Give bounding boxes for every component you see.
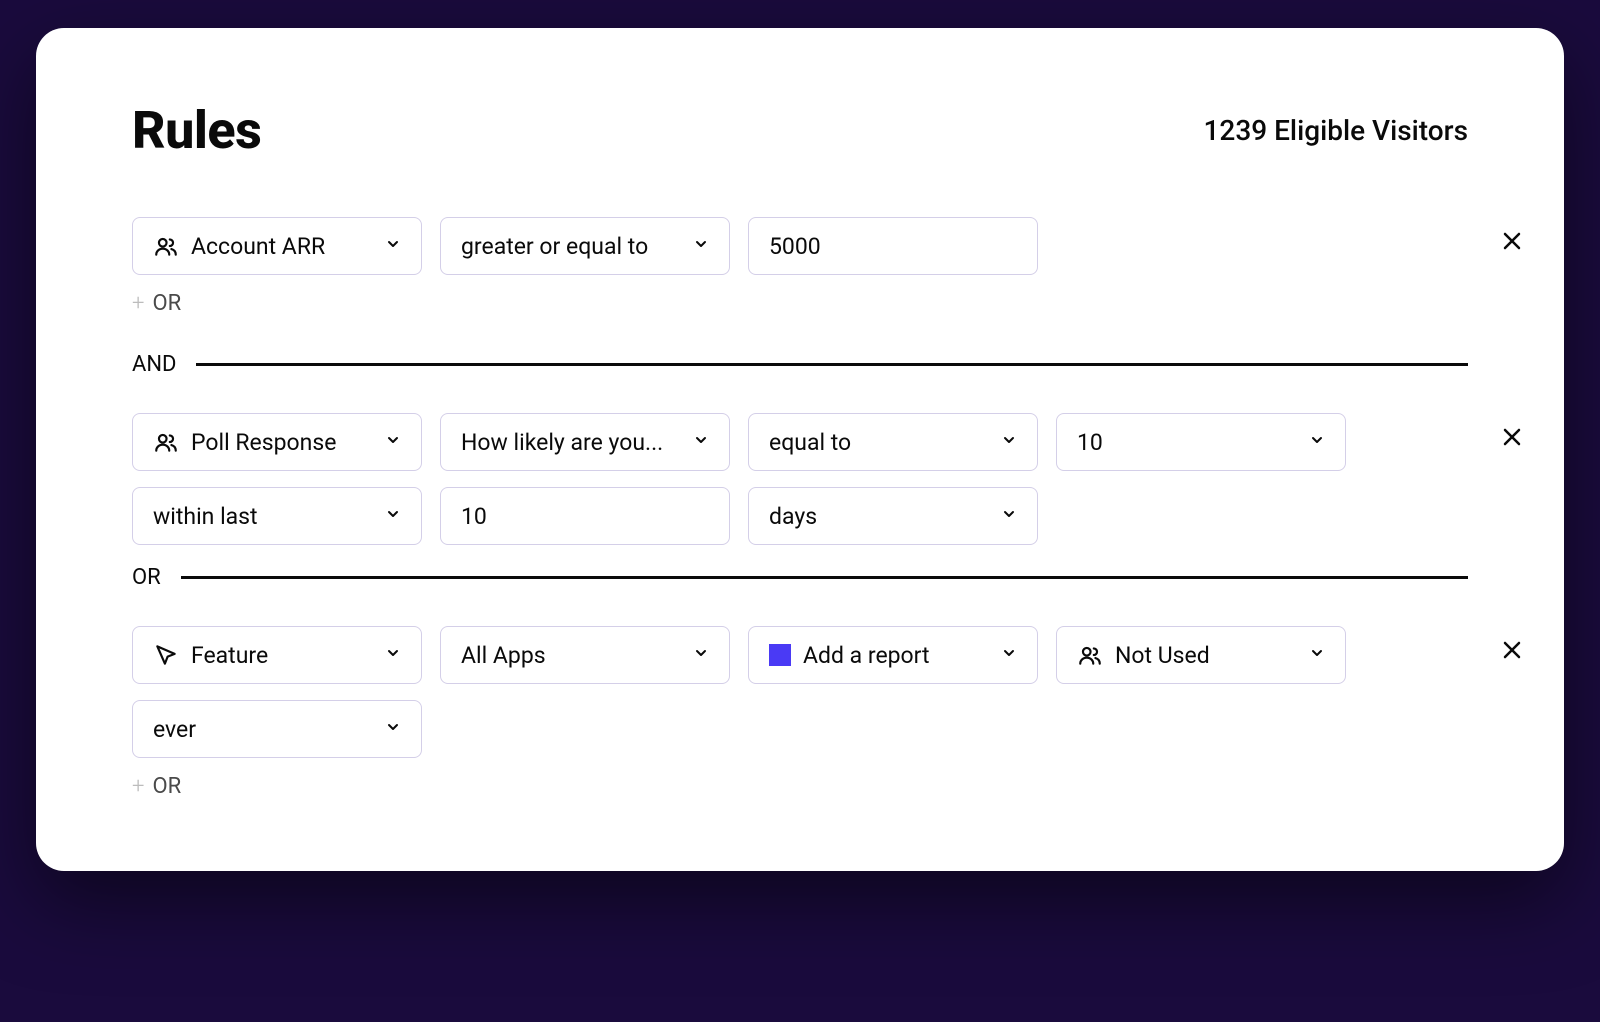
attribute-label: Poll Response (191, 429, 373, 456)
rule-row: Poll Response How likely are you... equa… (132, 413, 1468, 471)
chevron-down-icon (385, 506, 401, 527)
feature-label: Add a report (803, 642, 989, 669)
remove-rule-button[interactable] (1496, 225, 1528, 263)
operator-label: equal to (769, 429, 989, 456)
people-icon (1077, 642, 1103, 668)
value-text: 5000 (769, 233, 1017, 260)
and-label: AND (132, 352, 176, 377)
people-icon (153, 233, 179, 259)
chevron-down-icon (1309, 432, 1325, 453)
rules-body: Account ARR greater or equal to 5000 + (132, 217, 1468, 799)
duration-value: 10 (461, 503, 709, 530)
and-separator: AND (132, 352, 1468, 377)
usage-select[interactable]: Not Used (1056, 626, 1346, 684)
eligible-label: Eligible Visitors (1274, 114, 1468, 147)
feature-select[interactable]: Add a report (748, 626, 1038, 684)
rules-card: Rules 1239 Eligible Visitors Account ARR (36, 28, 1564, 871)
timeframe-select[interactable]: ever (132, 700, 422, 758)
add-or-label: OR (152, 291, 181, 316)
app-select[interactable]: All Apps (440, 626, 730, 684)
chevron-down-icon (1001, 645, 1017, 666)
chevron-down-icon (693, 645, 709, 666)
close-icon (1500, 636, 1524, 669)
attribute-select[interactable]: Account ARR (132, 217, 422, 275)
rule-row: ever (132, 700, 1468, 758)
add-or-button[interactable]: + OR (132, 774, 1468, 799)
app-label: All Apps (461, 642, 681, 669)
plus-icon: + (132, 291, 144, 316)
attribute-label: Account ARR (191, 233, 373, 260)
chevron-down-icon (693, 432, 709, 453)
rule-group-2: Poll Response How likely are you... equa… (132, 413, 1468, 545)
attribute-select[interactable]: Poll Response (132, 413, 422, 471)
or-separator: OR (132, 565, 1468, 590)
chevron-down-icon (693, 236, 709, 257)
rule-group-1: Account ARR greater or equal to 5000 + (132, 217, 1468, 316)
chevron-down-icon (1001, 506, 1017, 527)
attribute-label: Feature (191, 642, 373, 669)
value-select[interactable]: 10 (1056, 413, 1346, 471)
duration-input[interactable]: 10 (440, 487, 730, 545)
eligible-count: 1239 (1203, 114, 1267, 147)
header: Rules 1239 Eligible Visitors (132, 100, 1468, 161)
separator-line (196, 363, 1468, 366)
operator-label: greater or equal to (461, 233, 681, 260)
operator-select[interactable]: greater or equal to (440, 217, 730, 275)
separator-line (181, 576, 1468, 579)
timeframe-select[interactable]: within last (132, 487, 422, 545)
rule-group-3: Feature All Apps Add a report (132, 626, 1468, 799)
chevron-down-icon (385, 236, 401, 257)
cursor-icon (153, 642, 179, 668)
close-icon (1500, 227, 1524, 260)
remove-rule-button[interactable] (1496, 634, 1528, 672)
value-label: 10 (1077, 429, 1297, 456)
poll-question-label: How likely are you... (461, 429, 681, 456)
operator-select[interactable]: equal to (748, 413, 1038, 471)
usage-label: Not Used (1115, 642, 1297, 669)
chevron-down-icon (1001, 432, 1017, 453)
people-icon (153, 429, 179, 455)
close-icon (1500, 423, 1524, 456)
feature-color-swatch (769, 644, 791, 666)
rule-row: Account ARR greater or equal to 5000 (132, 217, 1468, 275)
unit-select[interactable]: days (748, 487, 1038, 545)
chevron-down-icon (385, 432, 401, 453)
timeframe-label: ever (153, 716, 373, 743)
or-label: OR (132, 565, 161, 590)
chevron-down-icon (385, 719, 401, 740)
unit-label: days (769, 503, 989, 530)
chevron-down-icon (1309, 645, 1325, 666)
add-or-label: OR (152, 774, 181, 799)
remove-rule-button[interactable] (1496, 421, 1528, 459)
value-input[interactable]: 5000 (748, 217, 1038, 275)
add-or-button[interactable]: + OR (132, 291, 1468, 316)
timeframe-label: within last (153, 503, 373, 530)
rule-row: within last 10 days (132, 487, 1468, 545)
plus-icon: + (132, 774, 144, 799)
page-title: Rules (132, 100, 261, 161)
poll-question-select[interactable]: How likely are you... (440, 413, 730, 471)
chevron-down-icon (385, 645, 401, 666)
eligible-visitors: 1239 Eligible Visitors (1203, 114, 1468, 147)
rule-row: Feature All Apps Add a report (132, 626, 1468, 684)
attribute-select[interactable]: Feature (132, 626, 422, 684)
